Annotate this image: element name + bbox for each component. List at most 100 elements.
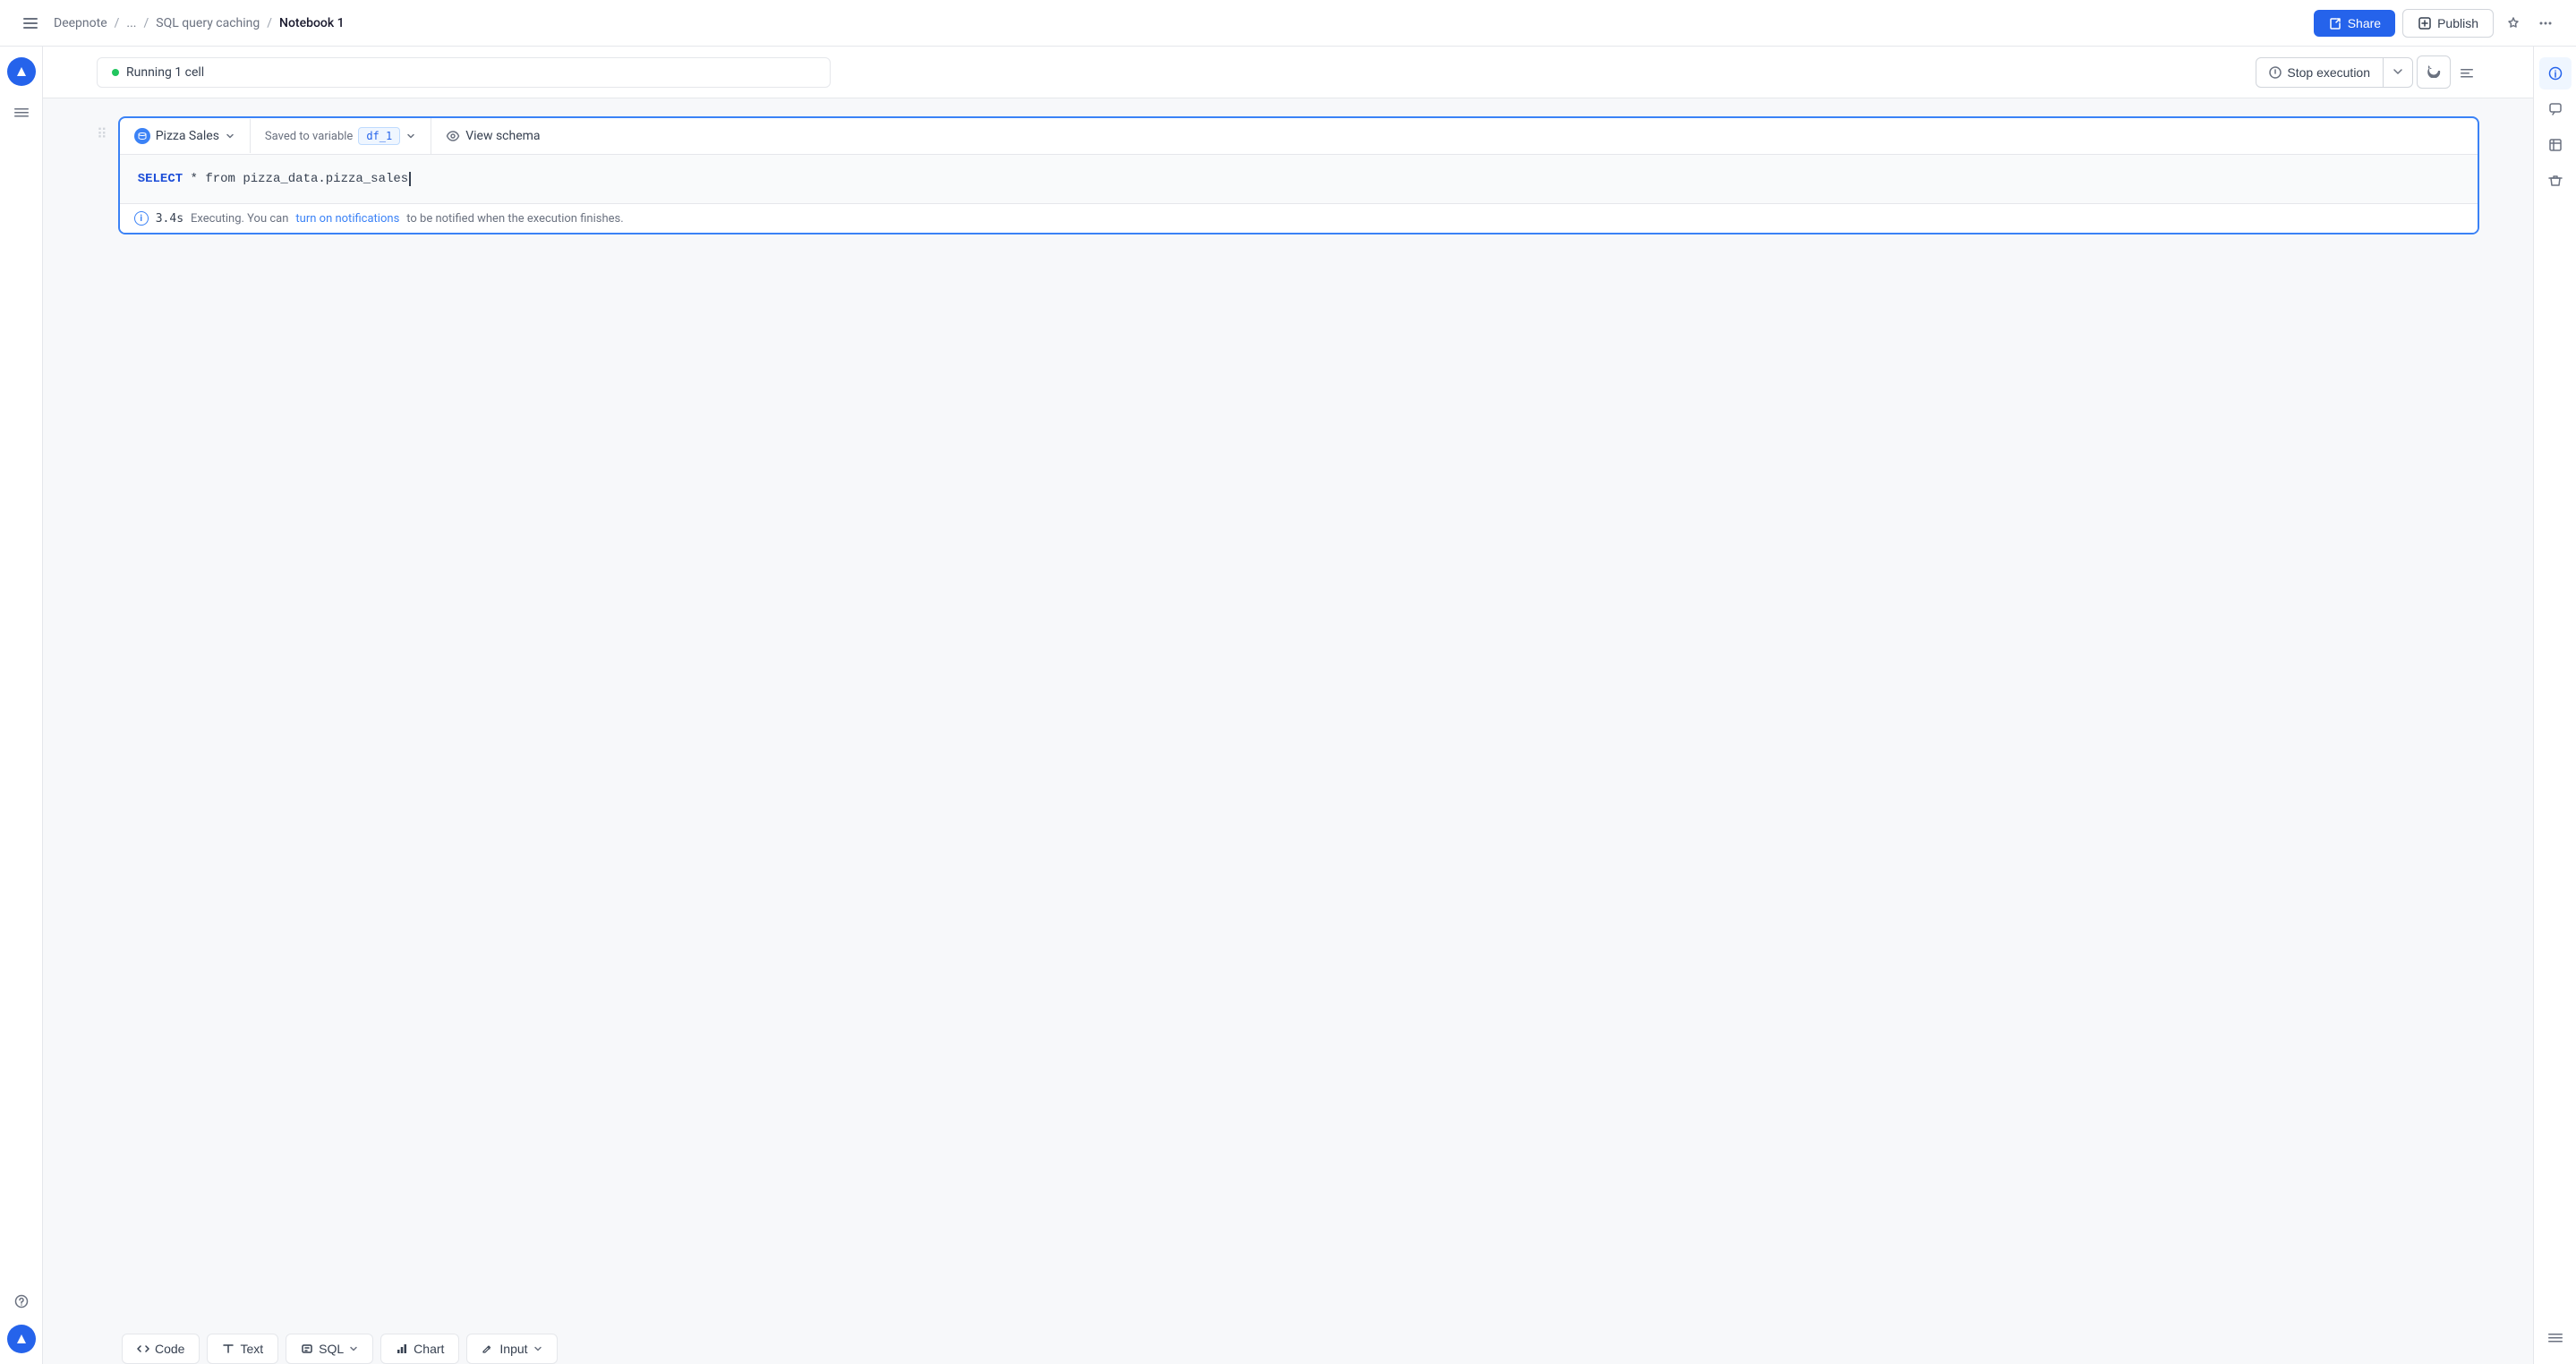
refresh-icon [2427,64,2441,78]
exec-suffix: to be notified when the execution finish… [406,212,623,226]
breadcrumb-ellipsis[interactable]: ... [126,16,136,30]
right-trash-icon [2548,174,2563,188]
breadcrumb-root[interactable]: Deepnote [54,16,107,30]
collapse-sidebar-button[interactable] [2454,60,2479,85]
cell-drag-handle[interactable]: ⠿ [97,116,107,142]
stop-label: Stop execution [2287,65,2370,80]
right-trash-button[interactable] [2539,165,2572,197]
db-chevron-icon [225,131,235,141]
chart-icon [396,1343,408,1355]
view-schema-button[interactable]: View schema [431,120,554,152]
breadcrumb-sep3: / [267,16,272,30]
info-letter: i [140,214,142,224]
right-info-button[interactable] [2539,57,2572,90]
info-icon: i [134,211,149,226]
refresh-button[interactable] [2417,55,2451,89]
notebook-area: ⠿ Pizza Sales [43,98,2533,1316]
add-sql-button[interactable]: SQL [286,1334,373,1364]
exec-time: 3.4s [156,212,183,226]
status-actions: Stop execution [2256,55,2479,89]
chart-label: Chart [414,1342,444,1356]
input-label: Input [499,1342,527,1356]
add-chart-button[interactable]: Chart [380,1334,459,1364]
sql-chevron-icon [349,1344,358,1353]
stop-execution-group: Stop execution [2256,57,2413,88]
input-icon [482,1343,494,1355]
db-name: Pizza Sales [156,129,219,143]
more-icon [2538,16,2553,30]
code-label: Code [155,1342,184,1356]
menu-button[interactable] [18,11,43,36]
code-icon [137,1343,149,1355]
sidebar-menu-button[interactable] [5,97,38,129]
star-icon [2506,16,2521,30]
right-lines-icon [2548,1330,2563,1344]
left-sidebar [0,47,43,1364]
eye-icon [446,129,460,143]
sql-label: SQL [319,1342,344,1356]
db-selector[interactable]: Pizza Sales [120,119,251,153]
variable-badge: df_1 [358,127,400,145]
exec-message: Executing. You can [191,212,288,226]
exec-status: i 3.4s Executing. You can turn on notifi… [120,204,2478,233]
right-comment-icon [2548,102,2563,116]
breadcrumb: Deepnote / ... / SQL query caching / Not… [54,16,2303,30]
cell-toolbar: Pizza Sales Saved to variable df_1 [120,118,2478,155]
saved-to-label: Saved to variable [265,130,353,143]
notifications-link[interactable]: turn on notifications [295,212,399,226]
breadcrumb-current: Notebook 1 [279,16,345,30]
add-cell-bar: Code Text SQL [68,1316,2533,1364]
right-table-icon [2548,138,2563,152]
db-icon [134,128,150,144]
breadcrumb-sep1: / [115,16,120,30]
var-chevron-icon [405,131,416,141]
collapse-icon [2460,65,2474,80]
text-cursor [409,172,411,186]
code-rest: * from pizza_data.pizza_sales [183,169,408,189]
right-menu-button[interactable] [2539,1321,2572,1353]
publish-label: Publish [2437,16,2478,30]
sql-icon [301,1343,313,1355]
main-layout: Running 1 cell Stop execution [0,47,2576,1364]
sidebar-bottom [5,1285,38,1353]
add-code-button[interactable]: Code [122,1334,200,1364]
add-text-button[interactable]: Text [207,1334,278,1364]
chevron-down-icon [2393,66,2403,77]
running-dot [112,69,119,76]
code-keyword: SELECT [138,169,183,189]
star-button[interactable] [2501,11,2526,36]
text-icon [222,1343,235,1355]
app-logo[interactable] [7,57,36,86]
share-button[interactable]: Share [2314,10,2395,37]
sql-cell: Pizza Sales Saved to variable df_1 [118,116,2479,234]
add-input-button[interactable]: Input [466,1334,557,1364]
sidebar-lines-icon [14,106,29,120]
help-button[interactable] [5,1285,38,1317]
app-header: Deepnote / ... / SQL query caching / Not… [0,0,2576,47]
right-table-button[interactable] [2539,129,2572,161]
text-label: Text [240,1342,263,1356]
code-editor[interactable]: SELECT * from pizza_data.pizza_sales [120,155,2478,204]
running-text: Running 1 cell [126,65,204,80]
stop-dropdown-button[interactable] [2384,57,2413,88]
help-icon [14,1294,29,1309]
view-schema-label: View schema [465,129,540,143]
share-label: Share [2348,16,2381,30]
more-button[interactable] [2533,11,2558,36]
publish-button[interactable]: Publish [2402,9,2494,38]
right-sidebar [2533,47,2576,1364]
header-actions: Share Publish [2314,9,2558,38]
variable-selector[interactable]: Saved to variable df_1 [251,118,431,154]
content-area: Running 1 cell Stop execution [43,47,2533,1364]
user-avatar[interactable] [7,1325,36,1353]
right-comment-button[interactable] [2539,93,2572,125]
status-bar: Running 1 cell Stop execution [43,47,2533,98]
breadcrumb-section[interactable]: SQL query caching [156,16,260,30]
code-line: SELECT * from pizza_data.pizza_sales [138,169,2460,189]
stop-icon [2269,66,2282,79]
stop-execution-button[interactable]: Stop execution [2256,57,2384,88]
publish-icon [2418,16,2432,30]
right-info-icon [2548,66,2563,81]
breadcrumb-sep2: / [143,16,149,30]
input-chevron-icon [533,1344,542,1353]
